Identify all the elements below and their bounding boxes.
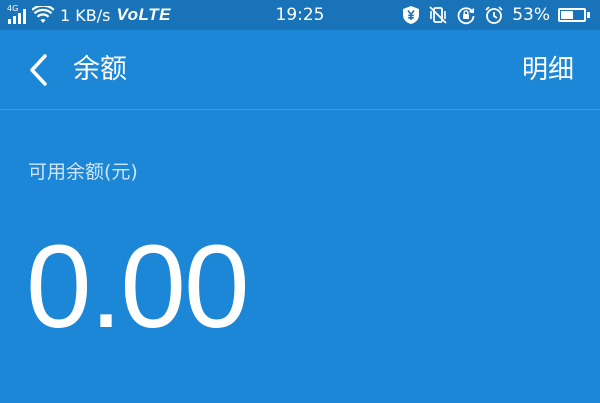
- status-right-group: 53%: [402, 0, 590, 30]
- back-button[interactable]: [18, 48, 58, 92]
- alarm-icon: [485, 6, 503, 24]
- status-bar: 4G 1 KB/s VoLTE 19:25 53%: [0, 0, 600, 30]
- battery-percent: 53%: [512, 5, 550, 25]
- status-left-group: 4G 1 KB/s VoLTE: [7, 0, 171, 30]
- page-title: 余额: [73, 54, 127, 85]
- shield-yen-icon: [403, 6, 420, 24]
- signal-icon: 4G: [7, 4, 26, 24]
- network-speed: 1 KB/s: [60, 5, 111, 25]
- balance-amount: 0.00: [26, 221, 250, 353]
- chevron-left-icon: [30, 54, 47, 86]
- network-type: 4G: [7, 4, 19, 13]
- vibrate-off-icon: [429, 6, 447, 24]
- title-bar: 余额 明细: [0, 30, 600, 110]
- wifi-icon: [32, 6, 54, 23]
- rotation-lock-icon: [457, 7, 475, 25]
- detail-button[interactable]: 明细: [522, 30, 574, 110]
- volte-indicator: VoLTE: [116, 5, 171, 24]
- battery-icon: [558, 8, 590, 22]
- balance-label: 可用余额(元): [28, 161, 138, 183]
